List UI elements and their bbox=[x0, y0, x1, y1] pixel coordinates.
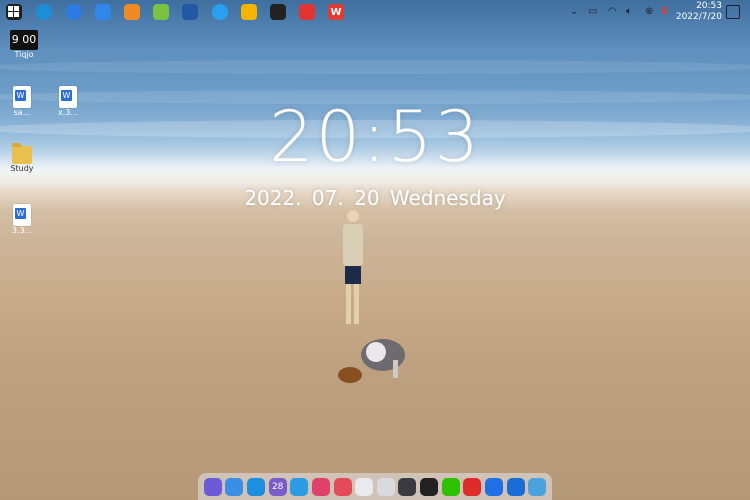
wifi-icon[interactable]: ◠ bbox=[608, 6, 617, 17]
feishu-icon[interactable] bbox=[484, 477, 503, 496]
network-icon[interactable]: ⊕ bbox=[645, 6, 653, 17]
windows-icon[interactable] bbox=[6, 4, 22, 20]
top-taskbar: W ⌄ ▭ ◠ 🔈︎ ⊕ S 20:53 2022/7/20 bbox=[0, 0, 750, 26]
person-figure bbox=[343, 210, 363, 324]
browser-icon[interactable] bbox=[66, 4, 82, 20]
chevron-up-icon[interactable]: ⌄ bbox=[570, 6, 578, 17]
bottom-dock: 28 bbox=[198, 473, 552, 500]
wechat-icon[interactable] bbox=[441, 477, 460, 496]
wps-icon[interactable]: W bbox=[328, 4, 344, 20]
thunder-icon[interactable] bbox=[506, 477, 525, 496]
trash-icon[interactable] bbox=[528, 477, 547, 496]
battery-icon[interactable]: ▭ bbox=[588, 6, 597, 17]
finder-icon[interactable] bbox=[225, 477, 244, 496]
photos-icon[interactable] bbox=[153, 4, 169, 20]
notification-icon[interactable] bbox=[726, 5, 740, 19]
tray-time: 20:53 bbox=[696, 1, 722, 11]
grid-icon[interactable] bbox=[355, 477, 374, 496]
cloud-icon[interactable] bbox=[95, 4, 111, 20]
calendar-icon[interactable]: 28 bbox=[268, 477, 287, 496]
rocket-icon[interactable] bbox=[203, 477, 222, 496]
qq-icon[interactable] bbox=[420, 477, 439, 496]
chat-icon[interactable] bbox=[212, 4, 228, 20]
folder-icon[interactable] bbox=[241, 4, 257, 20]
edge-icon[interactable] bbox=[36, 4, 52, 20]
sogou-icon[interactable]: S bbox=[661, 6, 668, 17]
volume-icon[interactable]: 🔈︎ bbox=[626, 6, 632, 17]
app-icon[interactable] bbox=[270, 4, 286, 20]
desktop-icon-label: Tiqjo bbox=[14, 50, 34, 59]
desktop-clock-widget[interactable]: 9 00 Tiqjo bbox=[4, 30, 44, 59]
flame-icon[interactable] bbox=[124, 4, 140, 20]
sketch-icon[interactable] bbox=[311, 477, 330, 496]
search-icon[interactable] bbox=[290, 477, 309, 496]
power-icon[interactable] bbox=[398, 477, 417, 496]
tray-clock[interactable]: 20:53 2022/7/20 bbox=[676, 1, 722, 23]
desktop-icon-label: 3.3... bbox=[11, 226, 33, 235]
desktop-clock-date: 2022. 07. 20 Wednesday bbox=[244, 186, 506, 210]
mail-icon[interactable] bbox=[182, 4, 198, 20]
wave bbox=[0, 60, 750, 74]
clock-widget-icon: 9 00 bbox=[10, 30, 38, 50]
safari-icon[interactable] bbox=[247, 477, 266, 496]
netease-icon[interactable] bbox=[463, 477, 482, 496]
red-app-icon[interactable] bbox=[299, 4, 315, 20]
tray-date: 2022/7/20 bbox=[675, 12, 722, 22]
more-icon[interactable] bbox=[376, 477, 395, 496]
desktop-clock-time: 20:53 bbox=[269, 96, 481, 178]
photo-icon[interactable] bbox=[333, 477, 352, 496]
dog-figure bbox=[338, 339, 405, 383]
